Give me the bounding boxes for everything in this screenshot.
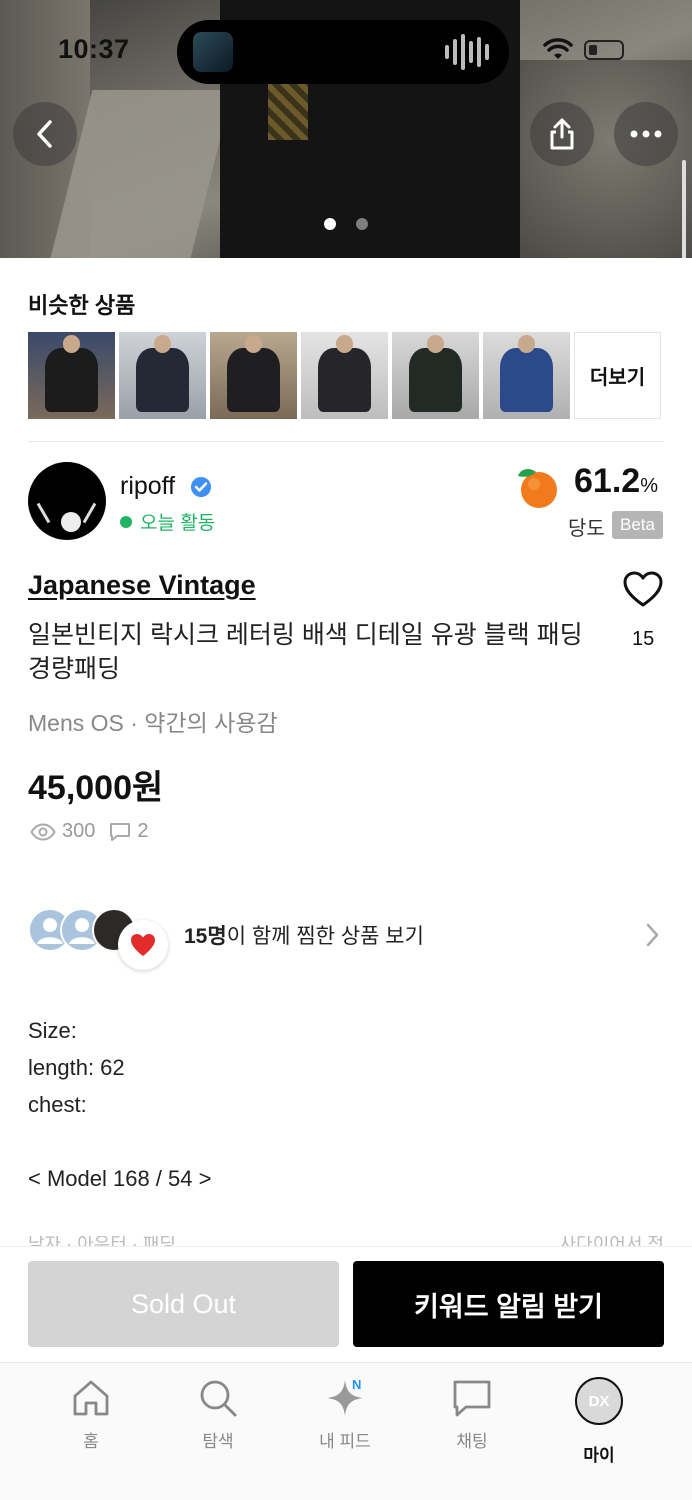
similar-more-button[interactable]: 더보기	[574, 332, 661, 419]
tab-label: 홈	[83, 1432, 99, 1451]
battery-icon	[584, 40, 624, 60]
tab-label: 채팅	[456, 1432, 488, 1451]
keyword-alert-button[interactable]: 키워드 알림 받기	[353, 1261, 664, 1347]
search-icon	[200, 1380, 237, 1417]
new-badge: N	[352, 1377, 362, 1392]
ellipsis-icon	[630, 130, 662, 138]
similar-product-thumb[interactable]	[483, 332, 570, 419]
seller-activity-status: 오늘 활동	[120, 508, 215, 535]
online-dot-icon	[120, 515, 132, 528]
sweetness-score: 61.2%	[574, 462, 658, 500]
chat-icon	[453, 1380, 491, 1417]
wishers-text: 15명이 함께 찜한 상품 보기	[184, 925, 424, 948]
description-line: < Model 168 / 54 >	[28, 1166, 212, 1191]
product-price: 45,000원	[28, 769, 164, 807]
tab-my-feed[interactable]: N 내 피드	[290, 1377, 400, 1452]
wishers-row[interactable]: 15명이 함께 찜한 상품 보기	[28, 906, 664, 970]
purchase-action-bar: Sold Out 키워드 알림 받기	[0, 1246, 692, 1362]
description-line: Size:	[28, 1018, 77, 1043]
eye-icon	[30, 822, 56, 841]
similar-product-thumb[interactable]	[392, 332, 479, 419]
status-time: 10:37	[58, 34, 130, 64]
back-button[interactable]	[13, 102, 77, 166]
view-count: 300	[62, 820, 96, 842]
hero-model-scarf	[268, 80, 308, 140]
profile-avatar: DX	[575, 1377, 623, 1425]
product-title: 일본빈티지 락시크 레터링 배색 디테일 유광 블랙 패딩 경량패딩	[28, 621, 583, 683]
section-divider	[28, 441, 664, 442]
carousel-dot-active[interactable]	[324, 218, 336, 230]
similar-product-thumb[interactable]	[28, 332, 115, 419]
comment-count: 2	[137, 820, 149, 842]
tab-label: 내 피드	[319, 1432, 371, 1451]
tab-label: 마이	[583, 1446, 615, 1465]
tab-chat[interactable]: 채팅	[417, 1377, 527, 1452]
similar-products-list: 더보기	[28, 332, 661, 419]
tab-search[interactable]: 탐색	[163, 1377, 273, 1452]
tab-home[interactable]: 홈	[36, 1377, 146, 1452]
heart-badge	[118, 920, 168, 970]
product-meta: Mens OS · 약간의 사용감	[28, 710, 278, 736]
wifi-icon	[543, 38, 573, 59]
like-heart-icon[interactable]	[622, 570, 664, 608]
red-heart-icon	[131, 934, 155, 956]
more-options-button[interactable]	[614, 102, 678, 166]
share-button[interactable]	[530, 102, 594, 166]
verified-badge-icon	[191, 477, 211, 497]
audio-wave-icon	[445, 34, 489, 70]
beta-badge: Beta	[612, 511, 663, 539]
dynamic-island[interactable]	[177, 20, 509, 84]
activity-label: 오늘 활동	[140, 513, 216, 534]
description-line	[28, 1123, 211, 1160]
carousel-dot[interactable]	[356, 218, 368, 230]
sold-out-button[interactable]: Sold Out	[28, 1261, 339, 1347]
share-icon	[550, 118, 574, 150]
product-stats: 300 2	[30, 820, 149, 843]
home-icon	[73, 1380, 109, 1416]
description-line: length: 62	[28, 1055, 125, 1080]
chevron-left-icon	[37, 120, 52, 148]
brand-link[interactable]: Japanese Vintage	[28, 570, 256, 601]
sweetness-label: 당도	[568, 518, 605, 540]
like-count: 15	[632, 628, 655, 650]
bottom-tab-bar: 홈 탐색 N 내 피드 채팅 DX 마이	[0, 1362, 692, 1500]
description-line: chest:	[28, 1092, 87, 1117]
product-description: Size: length: 62 chest: < Model 168 / 54…	[28, 1012, 211, 1197]
similar-product-thumb[interactable]	[119, 332, 206, 419]
seller-avatar[interactable]	[28, 462, 106, 540]
comment-icon	[110, 822, 131, 841]
similar-product-thumb[interactable]	[210, 332, 297, 419]
tab-my[interactable]: DX 마이	[544, 1377, 654, 1466]
peach-icon	[518, 469, 557, 508]
similar-products-title: 비슷한 상품	[28, 293, 136, 318]
seller-name[interactable]: ripoff	[120, 472, 175, 501]
scroll-indicator	[682, 160, 686, 258]
chevron-right-icon	[646, 923, 659, 947]
now-playing-artwork	[193, 32, 233, 72]
similar-product-thumb[interactable]	[301, 332, 388, 419]
tab-label: 탐색	[202, 1432, 234, 1451]
